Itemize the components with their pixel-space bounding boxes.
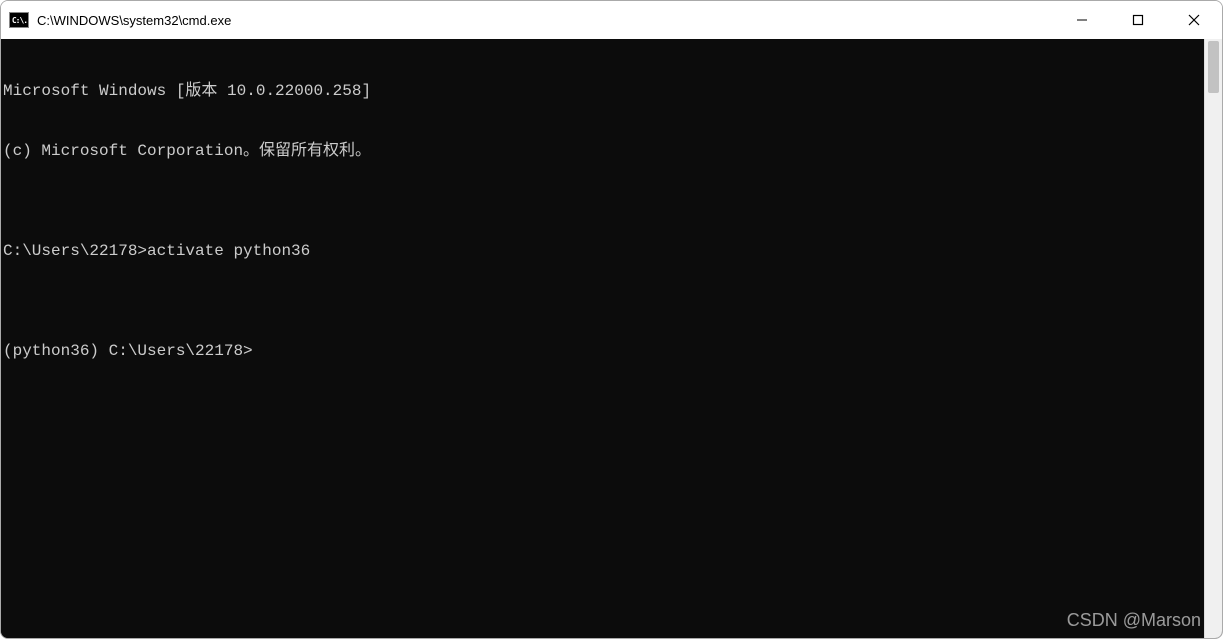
cmd-icon: C:\. xyxy=(9,12,29,28)
terminal-line: (python36) C:\Users\22178> xyxy=(3,341,1204,361)
terminal-line: Microsoft Windows [版本 10.0.22000.258] xyxy=(3,81,1204,101)
vertical-scrollbar[interactable] xyxy=(1204,39,1222,638)
maximize-icon xyxy=(1132,14,1144,26)
titlebar[interactable]: C:\. C:\WINDOWS\system32\cmd.exe xyxy=(1,1,1222,39)
window-title: C:\WINDOWS\system32\cmd.exe xyxy=(37,13,1054,28)
cmd-window: C:\. C:\WINDOWS\system32\cmd.exe Microso… xyxy=(0,0,1223,639)
terminal-line: (c) Microsoft Corporation。保留所有权利。 xyxy=(3,141,1204,161)
content-area: Microsoft Windows [版本 10.0.22000.258] (c… xyxy=(1,39,1222,638)
window-controls xyxy=(1054,1,1222,39)
close-button[interactable] xyxy=(1166,1,1222,39)
terminal-line: C:\Users\22178>activate python36 xyxy=(3,241,1204,261)
maximize-button[interactable] xyxy=(1110,1,1166,39)
minimize-icon xyxy=(1076,14,1088,26)
scrollbar-thumb[interactable] xyxy=(1208,41,1219,93)
terminal-output[interactable]: Microsoft Windows [版本 10.0.22000.258] (c… xyxy=(1,39,1204,638)
close-icon xyxy=(1188,14,1200,26)
minimize-button[interactable] xyxy=(1054,1,1110,39)
